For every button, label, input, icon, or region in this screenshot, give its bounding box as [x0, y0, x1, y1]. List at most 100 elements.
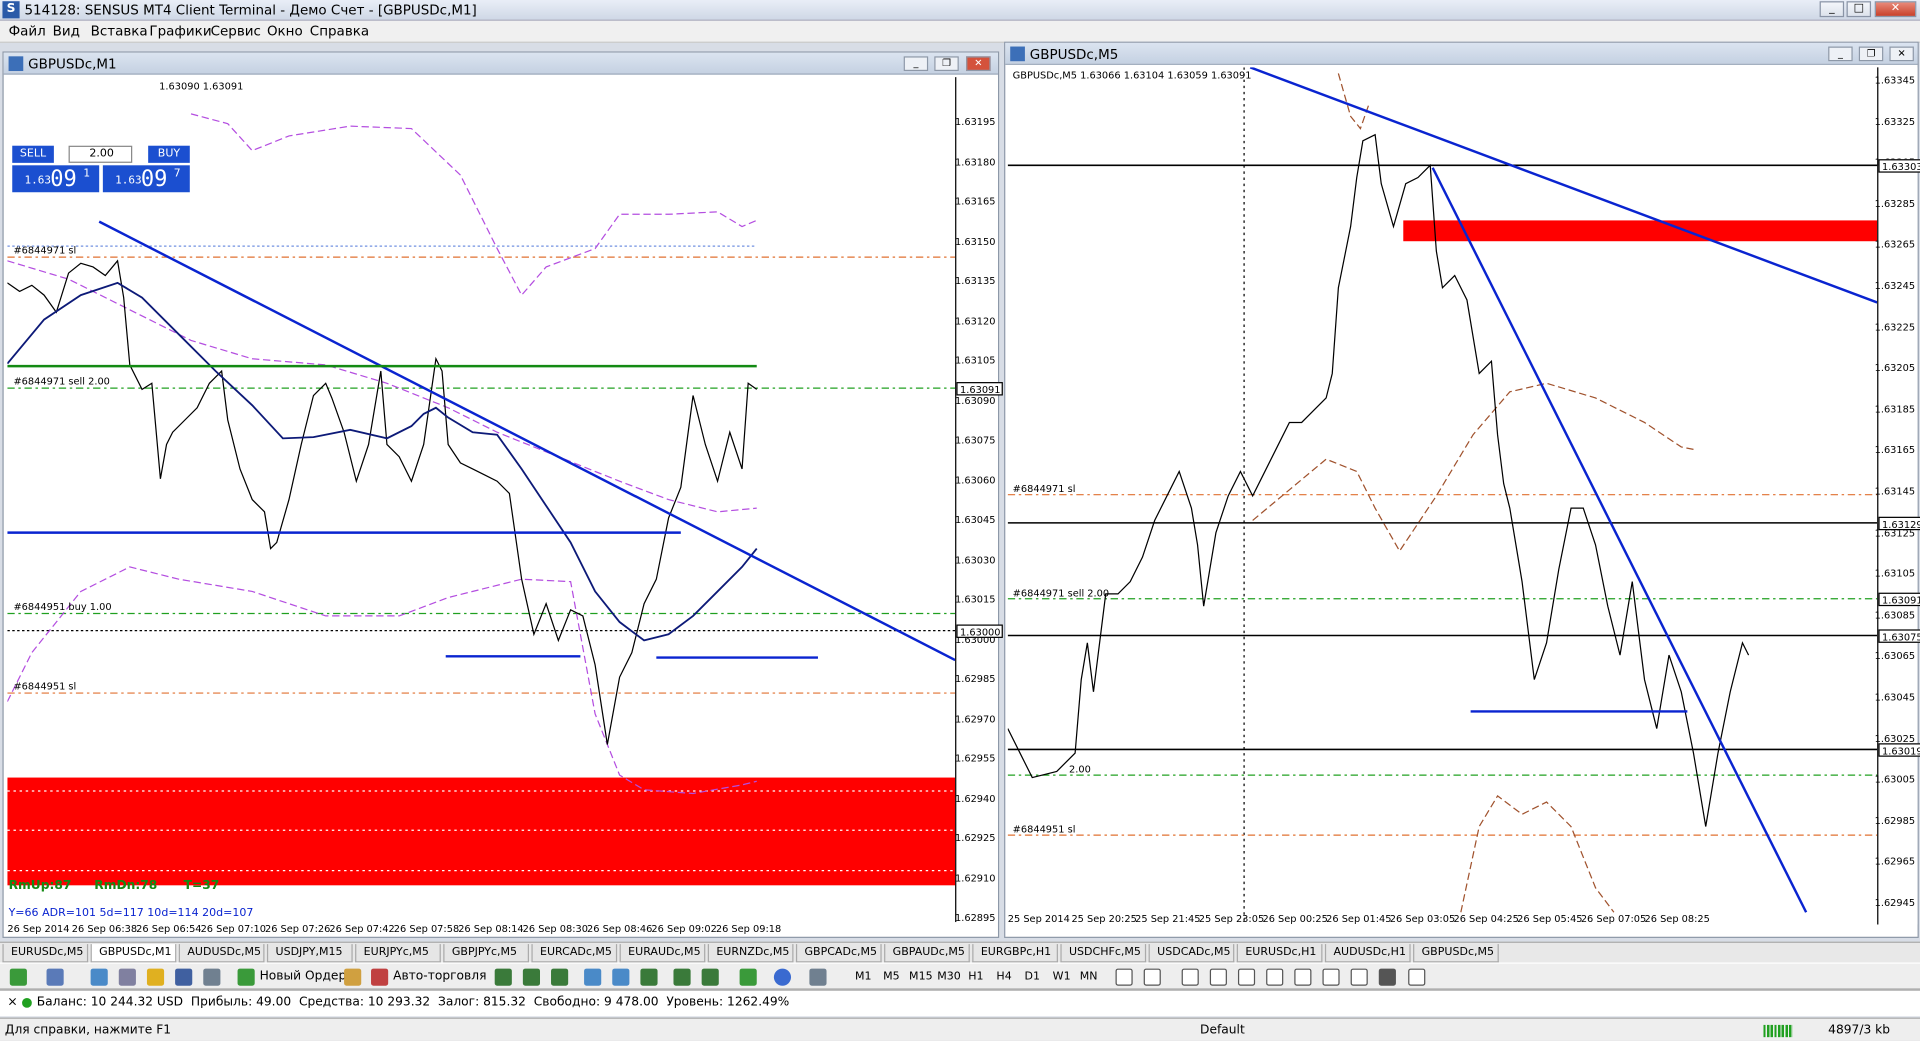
- tf-h1[interactable]: H1: [966, 969, 986, 986]
- chart-tab[interactable]: GBPAUDc,M5: [884, 944, 970, 963]
- chart-tab[interactable]: USDCHFc,M5: [1060, 944, 1147, 963]
- tf-h4[interactable]: H4: [994, 969, 1014, 986]
- sell-button[interactable]: SELL: [12, 145, 54, 163]
- time-tick: 26 Sep 03:05: [1389, 913, 1456, 925]
- navigator-icon[interactable]: [146, 968, 165, 986]
- chart-tab[interactable]: GBPUSDc,M5: [1413, 944, 1499, 963]
- text-tool-icon[interactable]: [1322, 968, 1340, 986]
- rectangle-tool-icon[interactable]: [1378, 968, 1396, 986]
- market-watch-icon[interactable]: [90, 968, 108, 986]
- chart-window-gbpusd-m1[interactable]: GBPUSDc,M1 _ ❐ ✕ 1.63090 1.63091 #684497…: [2, 51, 1003, 938]
- chart-tab[interactable]: GBPUSDc,M1: [90, 944, 177, 963]
- sell-price[interactable]: 1.63 09 1: [12, 165, 100, 193]
- fibonacci-icon[interactable]: [1294, 968, 1312, 986]
- terminal-close-icon[interactable]: ×: [7, 996, 17, 1009]
- time-tick: 25 Sep 23:05: [1198, 913, 1265, 925]
- current-price-tag: 1.63019: [1878, 743, 1920, 757]
- zoom-out-icon[interactable]: [612, 968, 630, 986]
- chart-restore-button[interactable]: ❐: [934, 56, 959, 72]
- descending-trendline[interactable]: [98, 220, 956, 662]
- tile-windows-icon[interactable]: [640, 968, 658, 986]
- zoom-in-icon[interactable]: [584, 968, 602, 986]
- chart-tab[interactable]: EURUSDc,M5: [2, 944, 89, 963]
- terminal-icon[interactable]: [175, 968, 193, 986]
- price-scale-m5[interactable]: 1.633451.633251.633051.632851.632651.632…: [1875, 67, 1920, 925]
- chart-m5-restore-button[interactable]: ❐: [1858, 46, 1884, 62]
- chart-tab[interactable]: USDCADc,M5: [1148, 944, 1235, 963]
- menu-help[interactable]: Справка: [310, 23, 369, 39]
- tf-m1[interactable]: M1: [853, 969, 873, 986]
- chart-tab[interactable]: USDJPY,M15: [266, 944, 353, 963]
- menu-window[interactable]: Окно: [267, 23, 303, 39]
- buy-price-fraction: 7: [173, 167, 181, 181]
- time-tick: 26 Sep 08:14: [458, 923, 524, 935]
- menu-tools[interactable]: Сервис: [211, 23, 261, 39]
- equidistant-channel-icon[interactable]: [1266, 968, 1284, 986]
- close-button[interactable]: ✕: [1874, 1, 1917, 18]
- line-chart-icon[interactable]: [551, 968, 569, 986]
- chart-tab[interactable]: EURUSDc,H1: [1236, 944, 1323, 963]
- vertical-line-icon[interactable]: [1181, 968, 1199, 986]
- new-chart-icon[interactable]: [9, 968, 27, 986]
- chart-tab[interactable]: EURJPYc,M5: [355, 944, 441, 963]
- cursor-icon[interactable]: [1115, 968, 1133, 986]
- price-plot-m5[interactable]: [1007, 67, 1878, 925]
- tf-w1[interactable]: W1: [1051, 969, 1073, 986]
- arrows-icon[interactable]: [1408, 968, 1426, 986]
- chart-tab[interactable]: EURGBPc,H1: [972, 944, 1058, 963]
- candlesticks-icon[interactable]: [522, 968, 541, 986]
- periods-icon[interactable]: [773, 968, 792, 986]
- profiles-icon[interactable]: [46, 968, 64, 986]
- price-scale[interactable]: 1.63195 1.63180 1.63165 1.63150 1.63135 1.631…: [954, 77, 1003, 923]
- tf-m30[interactable]: M30: [937, 969, 961, 986]
- tester-icon[interactable]: [203, 968, 221, 986]
- chart-tab[interactable]: GBPJPYc,M5: [443, 944, 529, 963]
- autotrading-button[interactable]: Авто-торговля: [393, 967, 486, 987]
- indicators-icon[interactable]: [739, 968, 757, 986]
- tf-d1[interactable]: D1: [1022, 969, 1042, 986]
- maximize-button[interactable]: □: [1846, 1, 1872, 18]
- buy-price[interactable]: 1.63 09 7: [102, 165, 190, 193]
- lot-size-input[interactable]: 2.00: [68, 145, 133, 163]
- price-plot[interactable]: [7, 77, 956, 922]
- descending-trendline-m5[interactable]: [1249, 67, 1878, 304]
- menu-insert[interactable]: Вставка: [91, 23, 148, 39]
- menu-view[interactable]: Вид: [53, 23, 80, 39]
- bar-chart-icon[interactable]: [494, 968, 512, 986]
- chart-tab[interactable]: EURAUDc,M5: [619, 944, 706, 963]
- minimize-button[interactable]: _: [1819, 1, 1845, 18]
- price-tick: 1.63015: [954, 593, 996, 605]
- chart-shift-icon[interactable]: [673, 968, 691, 986]
- trendline-icon[interactable]: [1237, 968, 1256, 986]
- crosshair-icon[interactable]: [1143, 968, 1161, 986]
- horizontal-line-icon[interactable]: [1209, 968, 1227, 986]
- chart-m5-close-button[interactable]: ✕: [1889, 46, 1914, 62]
- text-label-icon[interactable]: [1350, 968, 1368, 986]
- tf-m15[interactable]: M15: [909, 969, 933, 986]
- menu-file[interactable]: Файл: [9, 23, 46, 39]
- menu-charts[interactable]: Графики: [149, 23, 211, 39]
- time-scale[interactable]: 26 Sep 2014 26 Sep 06:38 26 Sep 06:54 26 Se…: [7, 923, 955, 936]
- steep-trendline-m5[interactable]: [1431, 167, 1808, 913]
- chart-tab[interactable]: EURNZDc,M5: [707, 944, 794, 963]
- buy-button[interactable]: BUY: [148, 145, 190, 163]
- tf-m5[interactable]: M5: [880, 969, 902, 986]
- chart-close-button[interactable]: ✕: [966, 56, 991, 72]
- chart-tab[interactable]: AUDUSDc,M5: [178, 944, 265, 963]
- chart-tab[interactable]: AUDUSDc,H1: [1324, 944, 1411, 963]
- chart-tab[interactable]: GBPCADc,M5: [795, 944, 882, 963]
- time-scale-m5[interactable]: 25 Sep 2014 25 Sep 20:25 25 Sep 21:45 25 Se…: [1008, 913, 1877, 926]
- tf-mn[interactable]: MN: [1078, 969, 1100, 986]
- chart-window-gbpusd-m5[interactable]: GBPUSDc,M5 _ ❐ ✕ GBPUSDc,M5 1.63066 1.63…: [1004, 41, 1920, 938]
- new-order-button[interactable]: Новый Ордер: [260, 967, 347, 987]
- autoscroll-icon[interactable]: [701, 968, 719, 986]
- chart-m5-minimize-button[interactable]: _: [1828, 46, 1853, 62]
- chart-minimize-button[interactable]: _: [903, 56, 929, 72]
- current-price-tag: 1.63075: [1878, 629, 1920, 643]
- data-window-icon[interactable]: [118, 968, 136, 986]
- chart-tab[interactable]: EURCADc,M5: [531, 944, 618, 963]
- quote-line-m5: GBPUSDc,M5 1.63066 1.63104 1.63059 1.630…: [1012, 69, 1252, 81]
- time-tick: 26 Sep 00:25: [1262, 913, 1328, 925]
- templates-icon[interactable]: [809, 968, 827, 986]
- metaeditor-icon[interactable]: [344, 968, 362, 986]
